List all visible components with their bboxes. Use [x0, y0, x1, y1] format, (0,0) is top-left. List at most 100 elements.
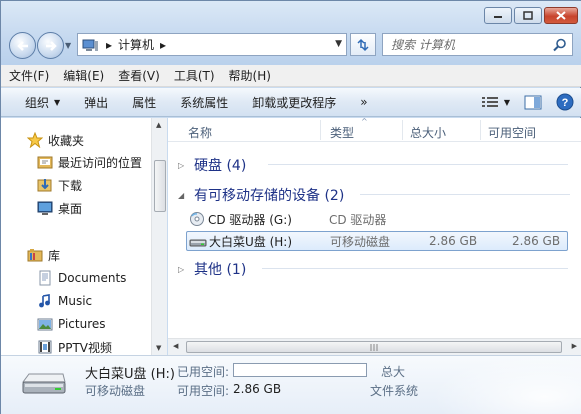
group-hard-drives-label: 硬盘 (4): [194, 158, 247, 174]
command-bar: 组织 ▼ 弹出 属性 系统属性 卸载或更改程序 » ▼ ?: [1, 88, 581, 117]
expand-arrow-icon[interactable]: ▷: [178, 161, 186, 170]
back-arrow-icon: [16, 40, 28, 51]
breadcrumb-separator-icon[interactable]: ▸: [160, 38, 166, 52]
nav-libraries-label: 库: [48, 248, 61, 263]
scroll-up-icon[interactable]: ▲: [156, 121, 161, 129]
column-divider[interactable]: [402, 120, 403, 140]
nav-pptv-videos[interactable]: PPTV视频: [37, 337, 112, 357]
nav-downloads[interactable]: 下载: [37, 175, 82, 195]
column-name[interactable]: 名称: [188, 124, 212, 141]
nav-recent-places[interactable]: 最近访问的位置: [37, 152, 142, 172]
nav-pictures[interactable]: Pictures: [37, 314, 106, 334]
nav-downloads-label: 下载: [58, 178, 83, 193]
menu-help[interactable]: 帮助(H): [229, 67, 271, 84]
uninstall-programs-button[interactable]: 卸载或更改程序: [252, 94, 336, 111]
breadcrumb-computer[interactable]: 计算机: [118, 36, 154, 53]
column-type[interactable]: 类型: [330, 124, 354, 141]
computer-icon: [82, 39, 98, 51]
star-icon: [27, 132, 43, 148]
search-input[interactable]: 搜索 计算机: [382, 33, 573, 56]
system-properties-label: 系统属性: [180, 95, 229, 110]
nav-documents[interactable]: Documents: [37, 268, 126, 288]
eject-button[interactable]: 弹出: [84, 94, 108, 111]
details-used-label: 已用空间:: [177, 365, 230, 379]
organize-button[interactable]: 组织 ▼: [25, 94, 60, 111]
recent-pages-dropdown[interactable]: ▼: [65, 41, 71, 50]
nav-desktop[interactable]: 桌面: [37, 198, 82, 218]
nav-documents-label: Documents: [58, 271, 127, 285]
list-item-usb-drive[interactable]: 大白菜U盘 (H:) 可移动磁盘 2.86 GB 2.86 GB: [186, 231, 568, 251]
refresh-button[interactable]: [350, 33, 376, 56]
eject-label: 弹出: [84, 95, 109, 110]
space-used-bar: [233, 363, 367, 377]
title-bar: ▼ ▸ 计算机 ▸ ▼ 搜索 计算机: [1, 1, 581, 65]
column-divider[interactable]: [480, 120, 481, 140]
watermark-overlay: [432, 355, 581, 414]
forward-button[interactable]: [37, 32, 64, 59]
close-icon: [556, 11, 566, 20]
device-type: 可移动磁盘: [330, 234, 391, 249]
expand-arrow-icon[interactable]: ▷: [178, 265, 186, 274]
device-name: 大白菜U盘 (H:): [209, 234, 293, 249]
scroll-down-icon[interactable]: ▼: [156, 344, 161, 352]
menu-view[interactable]: 查看(V): [118, 67, 160, 84]
menu-edit[interactable]: 编辑(E): [63, 67, 104, 84]
horizontal-scroll-thumb[interactable]: [186, 341, 562, 353]
system-properties-button[interactable]: 系统属性: [180, 94, 228, 111]
collapse-arrow-icon[interactable]: ◢: [178, 191, 186, 200]
menu-tools[interactable]: 工具(T): [174, 67, 215, 84]
list-item-cd-drive[interactable]: CD 驱动器 (G:) CD 驱动器: [186, 209, 568, 229]
nav-music[interactable]: Music: [37, 291, 92, 311]
details-total-label: 总大: [381, 365, 406, 379]
device-name: CD 驱动器 (G:): [208, 212, 292, 227]
more-commands-button[interactable]: »: [360, 95, 367, 109]
change-view-button[interactable]: ▼: [481, 96, 510, 108]
nav-recent-places-label: 最近访问的位置: [58, 155, 143, 170]
group-hard-drives[interactable]: ▷ 硬盘 (4): [178, 155, 568, 175]
breadcrumb: ▸ 计算机 ▸: [106, 36, 166, 53]
column-divider[interactable]: [320, 120, 321, 140]
minimize-icon: [494, 15, 502, 18]
properties-button[interactable]: 属性: [132, 94, 156, 111]
details-free-value: 2.86 GB: [233, 382, 282, 396]
nav-pane-scrollbar[interactable]: ▲ ▼: [151, 118, 167, 355]
nav-libraries[interactable]: 库: [27, 245, 60, 265]
grip-icon: [370, 344, 378, 351]
group-other[interactable]: ▷ 其他 (1): [178, 259, 568, 279]
view-list-icon: [481, 97, 498, 107]
content-horizontal-scrollbar[interactable]: ◀ ▶: [168, 338, 581, 355]
group-removable-storage[interactable]: ◢ 有可移动存储的设备 (2): [178, 185, 570, 205]
column-free-space[interactable]: 可用空间: [488, 124, 536, 141]
refresh-icon: [357, 38, 369, 51]
maximize-button[interactable]: [514, 7, 542, 24]
nav-scroll-thumb[interactable]: [154, 160, 166, 212]
scroll-right-icon[interactable]: ▶: [572, 342, 577, 350]
menu-file[interactable]: 文件(F): [9, 67, 49, 84]
group-divider-line: [360, 194, 570, 195]
forward-arrow-icon: [45, 40, 57, 51]
address-dropdown-icon[interactable]: ▼: [335, 39, 342, 49]
recent-places-icon: [37, 156, 53, 169]
navigation-pane: 收藏夹 最近访问的位置 下载 桌面 库 Documents Music Pict…: [1, 118, 167, 355]
svg-text:?: ?: [562, 97, 569, 109]
column-total-size[interactable]: 总大小: [410, 124, 446, 141]
scroll-left-icon[interactable]: ◀: [173, 342, 178, 350]
organize-label: 组织: [25, 95, 50, 110]
help-icon[interactable]: ?: [556, 93, 574, 111]
minimize-button[interactable]: [484, 7, 512, 24]
breadcrumb-separator-icon[interactable]: ▸: [106, 38, 112, 52]
back-button[interactable]: [9, 32, 36, 59]
desktop-icon: [37, 201, 53, 215]
documents-icon: [39, 270, 51, 286]
nav-favorites[interactable]: 收藏夹: [27, 130, 84, 150]
details-device-name: 大白菜U盘 (H:): [85, 367, 175, 382]
nav-pptv-videos-label: PPTV视频: [58, 340, 113, 355]
preview-pane-icon[interactable]: [524, 95, 542, 110]
maximize-icon: [523, 11, 533, 20]
more-commands-label: »: [360, 95, 368, 109]
search-placeholder: 搜索 计算机: [391, 38, 455, 52]
address-bar[interactable]: ▸ 计算机 ▸ ▼: [77, 33, 347, 56]
nav-favorites-label: 收藏夹: [48, 133, 85, 148]
close-button[interactable]: [544, 7, 578, 24]
details-filesystem-label: 文件系统: [370, 384, 419, 398]
